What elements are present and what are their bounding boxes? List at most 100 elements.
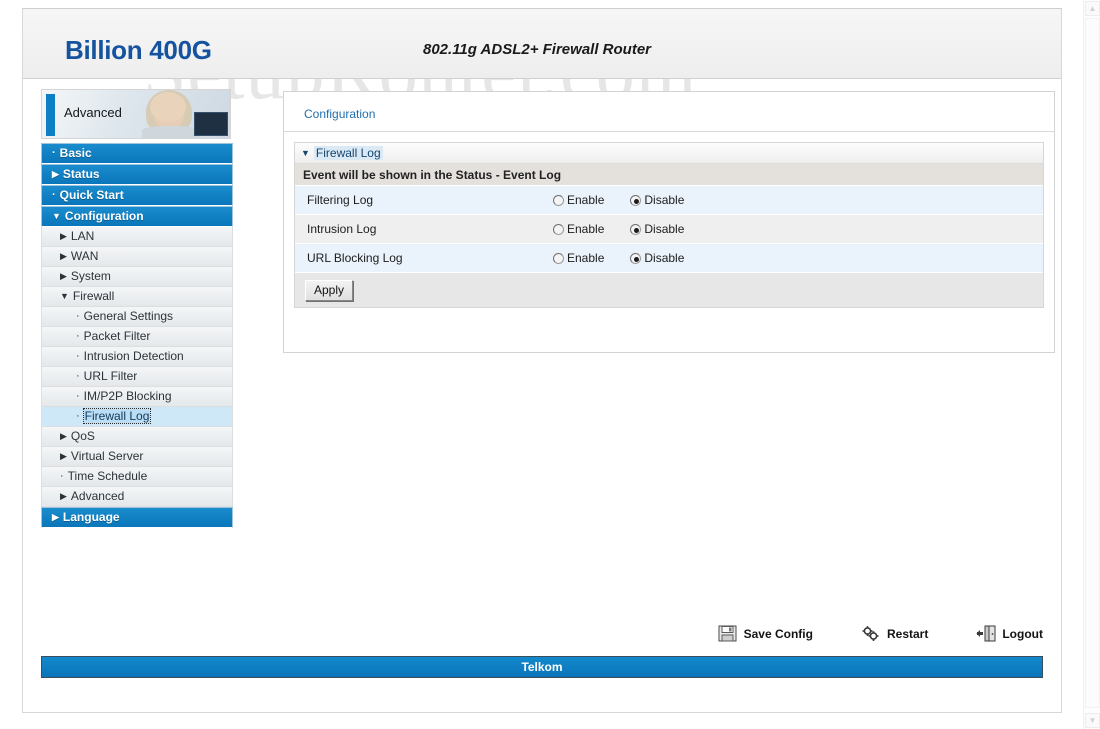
breadcrumb[interactable]: Configuration <box>304 107 375 121</box>
sidebar-item-lan[interactable]: ▶ LAN <box>41 227 233 247</box>
settings-row: Intrusion Log Enable Disable <box>295 215 1043 244</box>
settings-rows: Filtering Log Enable Disable Intrusion Log E… <box>295 186 1043 273</box>
footer-actions: Save Config Restart Logout <box>718 625 1043 642</box>
radio-enable-icon[interactable] <box>553 194 564 206</box>
logout-button[interactable]: Logout <box>976 625 1043 642</box>
chevron-down-icon: ▼ <box>301 148 310 158</box>
sidebar-item-label: Packet Filter <box>83 329 151 343</box>
bullet-icon: · <box>76 370 80 382</box>
sidebar-item-label: URL Filter <box>83 369 138 383</box>
scrollbar-thumb[interactable] <box>1085 18 1100 708</box>
settings-row: Filtering Log Enable Disable <box>295 186 1043 215</box>
radio-option-enable[interactable]: Enable <box>553 251 604 265</box>
bullet-icon: · <box>52 189 56 201</box>
sidebar-item-label: Language <box>62 510 120 524</box>
panel-title-label: Firewall Log <box>313 146 383 160</box>
sidebar-item-label: Firewall Log <box>82 408 152 424</box>
chevron-right-icon: ▶ <box>52 512 59 522</box>
person-with-laptop-photo <box>120 90 230 138</box>
scroll-down-arrow-icon[interactable]: ▼ <box>1085 713 1100 728</box>
page-header: Billion 400G 802.11g ADSL2+ Firewall Rou… <box>23 9 1061 79</box>
radio-option-disable[interactable]: Disable <box>630 222 684 236</box>
scroll-up-arrow-icon[interactable]: ▲ <box>1085 1 1100 16</box>
radio-label: Enable <box>567 222 605 236</box>
screenshot-root: Billion 400G 802.11g ADSL2+ Firewall Rou… <box>0 0 1100 729</box>
firewall-log-panel: ▼ Firewall Log Event will be shown in the… <box>294 142 1044 308</box>
save-config-button[interactable]: Save Config <box>718 625 813 642</box>
chevron-right-icon: ▶ <box>60 431 67 441</box>
floppy-disk-icon <box>718 625 737 642</box>
radio-label: Disable <box>644 251 685 265</box>
chevron-right-icon: ▶ <box>52 169 59 179</box>
sidebar-item-configuration[interactable]: ▼ Configuration <box>41 206 233 227</box>
sidebar-item-im-p2p-blocking[interactable]: · IM/P2P Blocking <box>41 387 233 407</box>
sidebar-item-time-schedule[interactable]: · Time Schedule <box>41 467 233 487</box>
sidebar-banner: Advanced <box>41 89 231 139</box>
radio-enable-icon[interactable] <box>553 223 564 235</box>
sidebar-item-packet-filter[interactable]: · Packet Filter <box>41 327 233 347</box>
radio-disable-icon[interactable] <box>630 223 642 235</box>
sidebar-item-url-filter[interactable]: · URL Filter <box>41 367 233 387</box>
chevron-down-icon: ▼ <box>60 291 69 301</box>
bullet-icon: · <box>76 310 80 322</box>
sidebar-item-label: System <box>70 269 111 283</box>
sidebar-item-quick-start[interactable]: · Quick Start <box>41 185 233 206</box>
sidebar-item-label: Status <box>62 167 100 181</box>
sidebar-item-status[interactable]: ▶ Status <box>41 164 233 185</box>
radio-group: Enable Disable <box>553 193 1043 207</box>
gears-icon <box>861 625 880 642</box>
radio-disable-icon[interactable] <box>630 252 642 264</box>
sidebar-item-language[interactable]: ▶ Language <box>41 507 233 528</box>
radio-label: Enable <box>567 193 605 207</box>
sidebar-item-firewall[interactable]: ▼ Firewall <box>41 287 233 307</box>
page-scrollbar[interactable]: ▲ ▼ <box>1083 0 1100 729</box>
sidebar-item-general-settings[interactable]: · General Settings <box>41 307 233 327</box>
action-label: Logout <box>1002 626 1043 641</box>
exit-door-icon <box>976 625 996 642</box>
sidebar-item-firewall-log[interactable]: · Firewall Log <box>41 407 233 427</box>
sidebar-item-system[interactable]: ▶ System <box>41 267 233 287</box>
setting-label: Intrusion Log <box>307 222 377 236</box>
bullet-icon: · <box>76 350 80 362</box>
setting-label: URL Blocking Log <box>307 251 403 265</box>
sidebar-item-label: QoS <box>70 429 95 443</box>
banner-accent-bar <box>46 94 55 136</box>
radio-option-enable[interactable]: Enable <box>553 193 604 207</box>
radio-option-disable[interactable]: Disable <box>630 251 684 265</box>
action-label: Restart <box>886 626 929 641</box>
sidebar-item-label: Intrusion Detection <box>83 349 184 363</box>
sidebar-item-label: IM/P2P Blocking <box>83 389 172 403</box>
radio-option-disable[interactable]: Disable <box>630 193 684 207</box>
bullet-icon: · <box>60 470 64 482</box>
sidebar-item-label: LAN <box>70 229 95 243</box>
panel-header[interactable]: ▼ Firewall Log <box>295 143 1043 164</box>
sidebar-item-label: Firewall <box>72 289 115 303</box>
sidebar-item-label: Time Schedule <box>67 469 148 483</box>
radio-label: Disable <box>644 193 685 207</box>
model-title: 802.11g ADSL2+ Firewall Router <box>423 41 651 58</box>
sidebar-item-label: Virtual Server <box>70 449 144 463</box>
radio-label: Disable <box>644 222 685 236</box>
sidebar-item-basic[interactable]: · Basic <box>41 143 233 164</box>
bullet-icon: · <box>76 410 80 422</box>
radio-enable-icon[interactable] <box>553 252 564 264</box>
button-row: Apply <box>295 273 1043 307</box>
chevron-right-icon: ▶ <box>60 451 67 461</box>
sidebar-item-advanced[interactable]: ▶ Advanced <box>41 487 233 507</box>
radio-option-enable[interactable]: Enable <box>553 222 604 236</box>
sidebar-item-virtual-server[interactable]: ▶ Virtual Server <box>41 447 233 467</box>
restart-button[interactable]: Restart <box>861 625 928 642</box>
radio-group: Enable Disable <box>553 251 1043 265</box>
chevron-right-icon: ▶ <box>60 251 67 261</box>
setting-label: Filtering Log <box>307 193 374 207</box>
radio-disable-icon[interactable] <box>630 194 642 206</box>
apply-button[interactable]: Apply <box>305 279 354 301</box>
sidebar-item-wan[interactable]: ▶ WAN <box>41 247 233 267</box>
footer-bar: Telkom <box>41 656 1043 678</box>
radio-label: Enable <box>567 251 605 265</box>
sidebar-item-qos[interactable]: ▶ QoS <box>41 427 233 447</box>
brand-logo: Billion 400G <box>65 35 212 65</box>
sidebar-item-intrusion-detection[interactable]: · Intrusion Detection <box>41 347 233 367</box>
chevron-right-icon: ▶ <box>60 491 67 501</box>
router-admin-page: Billion 400G 802.11g ADSL2+ Firewall Rou… <box>22 8 1062 713</box>
